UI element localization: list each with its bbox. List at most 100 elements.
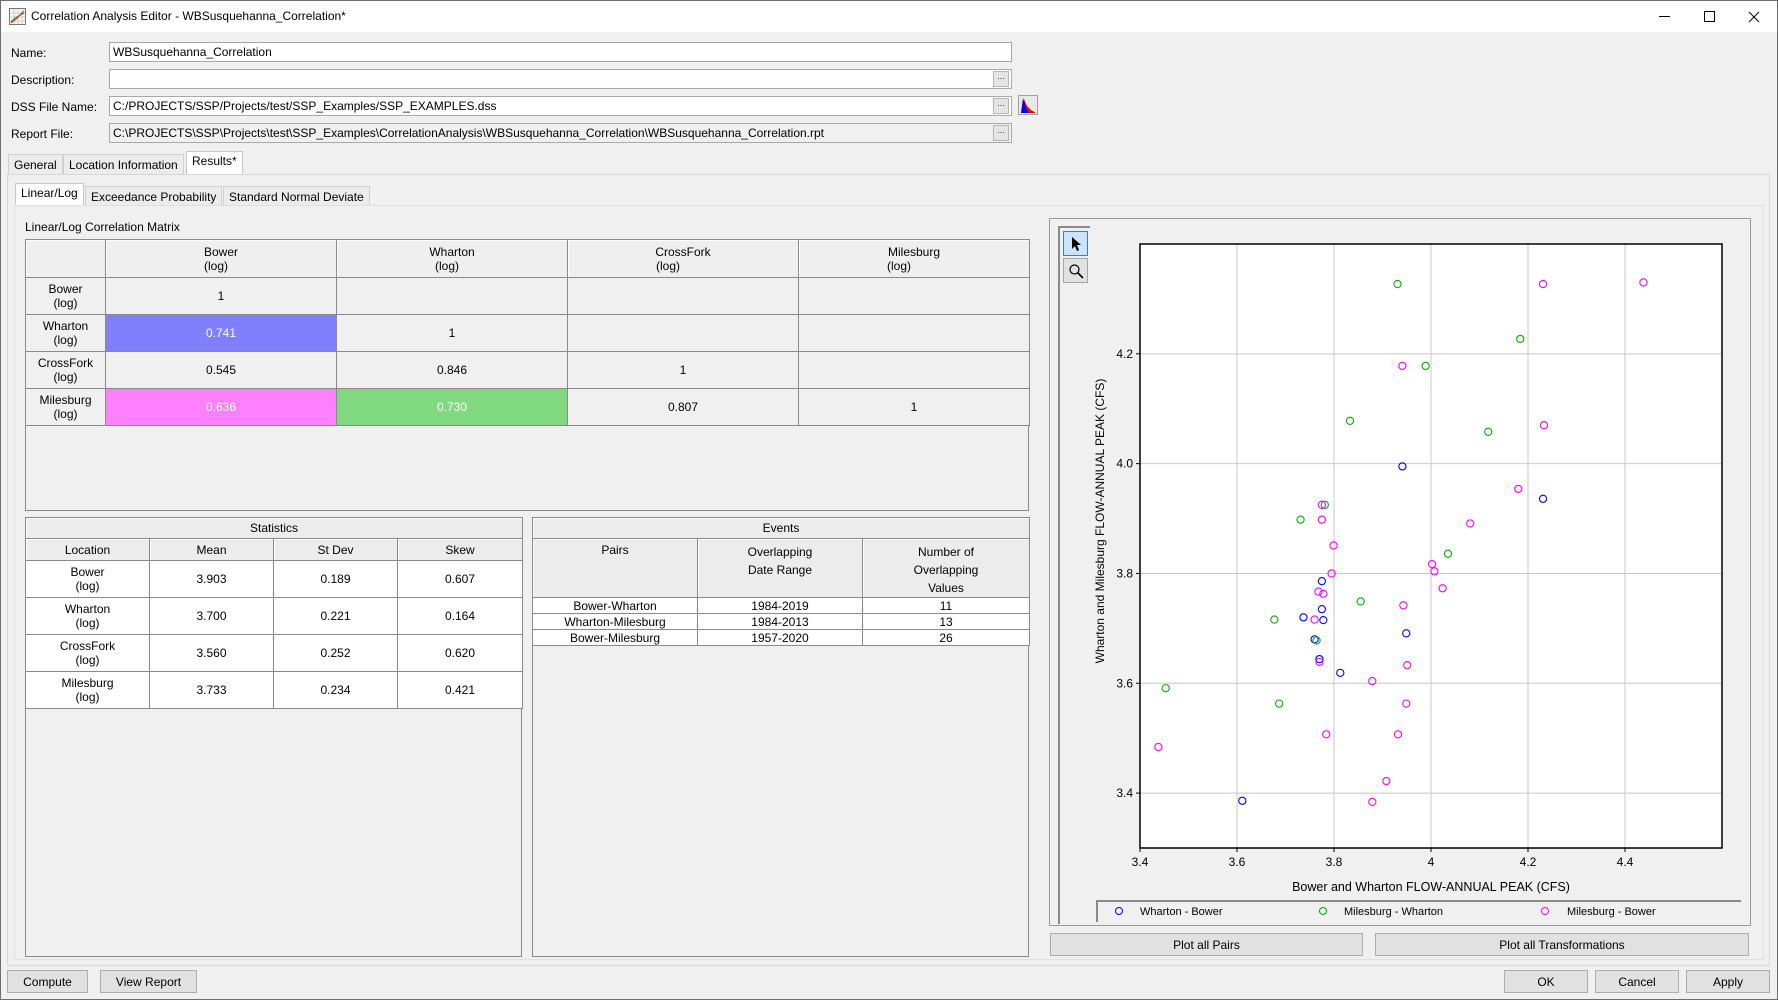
statistics-stdev: 0.221 — [273, 597, 398, 635]
events-range: 1984-2013 — [697, 613, 863, 630]
matrix-row: CrossFork (log) 0.545 0.846 1 — [25, 351, 1030, 389]
matrix-cell-highlighted[interactable]: 0.730 — [336, 388, 568, 426]
events-range: 1984-2019 — [697, 597, 863, 614]
minimize-button[interactable] — [1641, 1, 1687, 32]
scatter-chart[interactable]: 3.4 3.6 3.8 4 4.2 4.4 3.4 3.6 3.8 4.0 4.2 Bower and… — [1092, 226, 1748, 894]
statistics-skew: 0.421 — [396, 671, 524, 709]
matrix-row-header: CrossFork (log) — [25, 351, 106, 389]
description-browse-button[interactable]: ... — [993, 71, 1009, 87]
matrix-cell[interactable] — [798, 277, 1030, 315]
dss-file-label: DSS File Name: — [11, 100, 98, 114]
matrix-cell[interactable] — [567, 277, 799, 315]
matrix-cell[interactable]: 0.846 — [336, 351, 568, 389]
matrix-cell[interactable]: 0.807 — [567, 388, 799, 426]
matrix-col-header: Milesburg (log) — [798, 239, 1030, 278]
magnifier-icon — [1068, 263, 1084, 279]
ok-button[interactable]: OK — [1504, 970, 1588, 993]
matrix-cell[interactable]: 1 — [336, 314, 568, 352]
correlation-matrix: Bower (log) Wharton (log) CrossFork (log) M… — [25, 239, 1030, 511]
matrix-row-header: Bower (log) — [25, 277, 106, 315]
events-title: Events — [532, 517, 1030, 539]
events-pair: Wharton-Milesburg — [532, 613, 698, 630]
subtab-standard-normal-deviate[interactable]: Standard Normal Deviate — [223, 186, 370, 206]
statistics-location: Wharton (log) — [25, 597, 150, 635]
events-count: 13 — [862, 613, 1030, 630]
plot-all-pairs-button[interactable]: Plot all Pairs — [1050, 933, 1363, 956]
subtab-exceedance-probability[interactable]: Exceedance Probability — [85, 186, 223, 206]
y-tick-label: 3.6 — [1116, 676, 1133, 690]
matrix-row-header: Milesburg (log) — [25, 388, 106, 426]
subtab-linear-log[interactable]: Linear/Log — [15, 183, 84, 205]
y-tick-label: 4.2 — [1116, 347, 1133, 361]
matrix-cell[interactable]: 0.545 — [105, 351, 337, 389]
matrix-cell[interactable] — [798, 314, 1030, 352]
statistics-col-header: Skew — [396, 538, 524, 561]
matrix-cell-highlighted[interactable]: 0.636 — [105, 388, 337, 426]
statistics-col-header: St Dev — [273, 538, 398, 561]
events-panel: Events Pairs Overlapping Date Range Numbe… — [532, 517, 1030, 957]
pointer-tool-button[interactable] — [1063, 231, 1088, 256]
chart-toolbar — [1058, 226, 1090, 924]
statistics-skew: 0.620 — [396, 634, 524, 672]
maximize-button[interactable] — [1686, 1, 1732, 32]
matrix-cell[interactable]: 1 — [567, 351, 799, 389]
matrix-cell[interactable] — [336, 277, 568, 315]
name-label: Name: — [11, 46, 47, 60]
legend-marker-milesburg-wharton — [1318, 904, 1328, 921]
tab-results[interactable]: Results* — [186, 151, 243, 174]
matrix-cell-highlighted[interactable]: 0.741 — [105, 314, 337, 352]
matrix-row: Wharton (log) 0.741 1 — [25, 314, 1030, 352]
dss-file-input[interactable]: C:/PROJECTS/SSP/Projects/test/SSP_Exampl… — [109, 96, 1012, 116]
matrix-row: Milesburg (log) 0.636 0.730 0.807 1 — [25, 388, 1030, 426]
matrix-col-header: CrossFork (log) — [567, 239, 799, 278]
dss-viewer-button[interactable] — [1018, 95, 1038, 115]
x-tick-label: 4.2 — [1520, 855, 1537, 869]
matrix-cell[interactable]: 1 — [798, 388, 1030, 426]
matrix-cell[interactable] — [567, 314, 799, 352]
statistics-stdev: 0.234 — [273, 671, 398, 709]
description-label: Description: — [11, 73, 75, 87]
events-pair: Bower-Milesburg — [532, 629, 698, 646]
statistics-mean: 3.700 — [149, 597, 274, 635]
x-tick-label: 3.4 — [1132, 855, 1149, 869]
events-count: 11 — [862, 597, 1030, 614]
window-title: Correlation Analysis Editor - WBSusqueha… — [31, 9, 346, 23]
maximize-icon — [1703, 11, 1715, 22]
legend-marker-milesburg-bower — [1540, 904, 1550, 921]
minimize-icon — [1658, 16, 1670, 17]
statistics-row: Bower (log) 3.903 0.189 0.607 — [25, 560, 524, 598]
statistics-col-header: Location — [25, 538, 150, 561]
apply-button[interactable]: Apply — [1686, 970, 1770, 993]
statistics-stdev: 0.189 — [273, 560, 398, 598]
y-tick-label: 4.0 — [1116, 457, 1133, 471]
statistics-panel: Statistics Location Mean St Dev Skew Bow… — [24, 517, 524, 957]
close-button[interactable] — [1731, 1, 1777, 32]
pointer-icon — [1071, 236, 1081, 251]
statistics-col-header: Mean — [149, 538, 274, 561]
statistics-title: Statistics — [24, 517, 524, 539]
plot-all-transformations-button[interactable]: Plot all Transformations — [1375, 933, 1749, 956]
view-report-button[interactable]: View Report — [100, 970, 197, 993]
matrix-cell[interactable] — [798, 351, 1030, 389]
cancel-button[interactable]: Cancel — [1595, 970, 1679, 993]
tab-general[interactable]: General — [8, 154, 63, 174]
matrix-cell[interactable]: 1 — [105, 277, 337, 315]
legend-label: Milesburg - Wharton — [1344, 906, 1444, 918]
description-input[interactable] — [109, 69, 1012, 89]
statistics-mean: 3.560 — [149, 634, 274, 672]
y-tick-label: 3.8 — [1116, 566, 1133, 580]
events-row: Wharton-Milesburg 1984-2013 13 — [532, 613, 1030, 630]
dss-browse-button[interactable]: ... — [993, 98, 1009, 114]
name-input[interactable]: WBSusquehanna_Correlation — [109, 42, 1012, 62]
tab-location-information[interactable]: Location Information — [63, 154, 184, 174]
events-range: 1957-2020 — [697, 629, 863, 646]
zoom-tool-button[interactable] — [1063, 258, 1088, 283]
title-bar: Correlation Analysis Editor - WBSusqueha… — [1, 1, 1777, 32]
report-browse-button[interactable]: ... — [993, 125, 1009, 141]
matrix-title: Linear/Log Correlation Matrix — [25, 220, 180, 234]
compute-button[interactable]: Compute — [7, 970, 88, 993]
app-icon — [9, 8, 26, 25]
legend-label: Wharton - Bower — [1140, 906, 1223, 918]
statistics-stdev: 0.252 — [273, 634, 398, 672]
report-file-input[interactable]: C:\PROJECTS\SSP\Projects\test\SSP_Exampl… — [109, 123, 1012, 143]
